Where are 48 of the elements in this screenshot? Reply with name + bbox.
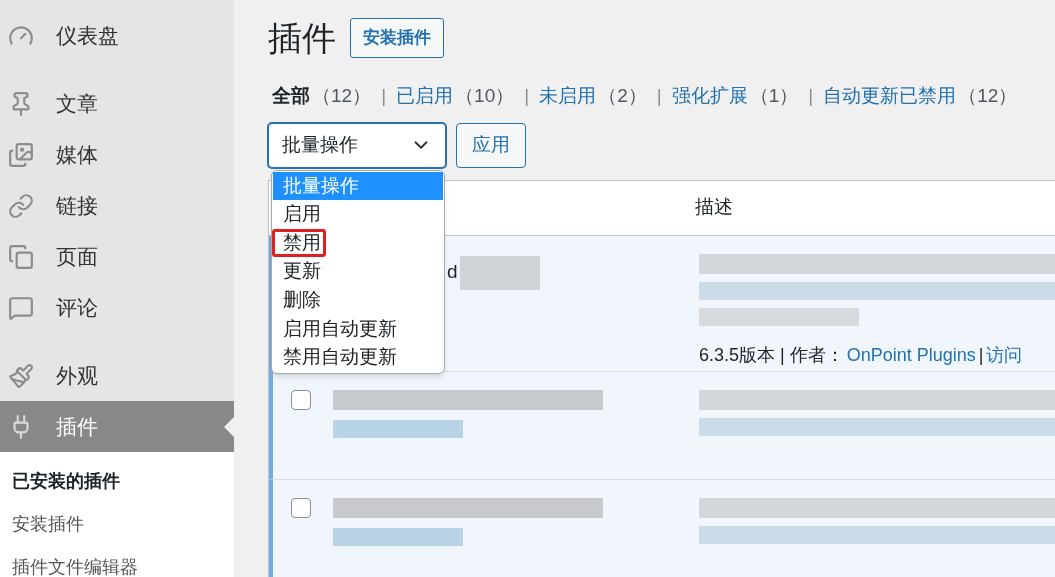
sidebar-item[interactable]: 媒体 — [0, 129, 234, 180]
submenu-item[interactable]: 插件文件编辑器 — [0, 546, 234, 577]
filter-link[interactable]: 自动更新已禁用 — [823, 82, 957, 111]
plugin-site-link[interactable]: 访问 — [986, 341, 1023, 369]
dropdown-option[interactable]: 更新 — [273, 257, 443, 286]
filter-count: （1） — [749, 84, 799, 108]
filter-count: （12） — [958, 84, 1018, 108]
sidebar-item[interactable]: 外观 — [0, 350, 234, 401]
filter-link[interactable]: 全部 — [272, 82, 310, 111]
paintbrush-icon — [8, 362, 34, 389]
apply-button[interactable]: 应用 — [456, 122, 526, 168]
page-title: 插件 — [268, 18, 336, 59]
separator: | — [524, 84, 530, 108]
separator: | — [381, 84, 387, 108]
separator: | — [978, 343, 984, 367]
plugin-name-fragment: d — [447, 260, 458, 285]
current-pointer-icon — [224, 417, 234, 437]
filter-count: （10） — [455, 84, 515, 108]
submenu-item[interactable]: 已安装的插件 — [0, 460, 234, 503]
separator: | — [808, 84, 814, 108]
sidebar-item[interactable]: 插件 — [0, 401, 234, 452]
link-icon — [8, 192, 34, 219]
install-plugin-button[interactable]: 安装插件 — [350, 18, 444, 58]
sidebar-item[interactable]: 仪表盘 — [0, 10, 234, 61]
filter-count: （2） — [598, 84, 647, 108]
dropdown-option[interactable]: 删除 — [273, 285, 443, 315]
sidebar-item[interactable]: 文章 — [0, 78, 234, 129]
filter-link[interactable]: 已启用 — [396, 82, 454, 111]
submenu-item[interactable]: 安装插件 — [0, 503, 234, 546]
images-icon — [8, 141, 34, 168]
dropdown-option[interactable]: 禁用自动更新 — [273, 343, 443, 372]
dropdown-option[interactable]: 启用 — [273, 200, 443, 229]
sidebar-item[interactable]: 评论 — [0, 282, 234, 333]
dropdown-option[interactable]: 启用自动更新 — [273, 314, 443, 344]
row-checkbox[interactable] — [291, 497, 311, 518]
row-checkbox[interactable] — [291, 389, 311, 410]
speech-bubble-icon — [8, 294, 34, 321]
bulk-action-select[interactable]: 批量操作 — [268, 122, 446, 168]
column-header: 描述 — [695, 195, 733, 220]
filter-count: （12） — [312, 84, 372, 108]
plugin-version-author: 6.3.5版本 | 作者： — [699, 343, 844, 367]
pages-icon — [8, 243, 34, 270]
sidebar-item[interactable]: 页面 — [0, 231, 234, 282]
filter-link[interactable]: 强化扩展 — [671, 82, 748, 111]
separator: | — [656, 84, 662, 108]
author-link[interactable]: OnPoint Plugins — [846, 341, 976, 369]
sidebar-item[interactable]: 链接 — [0, 180, 234, 231]
filter-link[interactable]: 未启用 — [539, 82, 597, 111]
